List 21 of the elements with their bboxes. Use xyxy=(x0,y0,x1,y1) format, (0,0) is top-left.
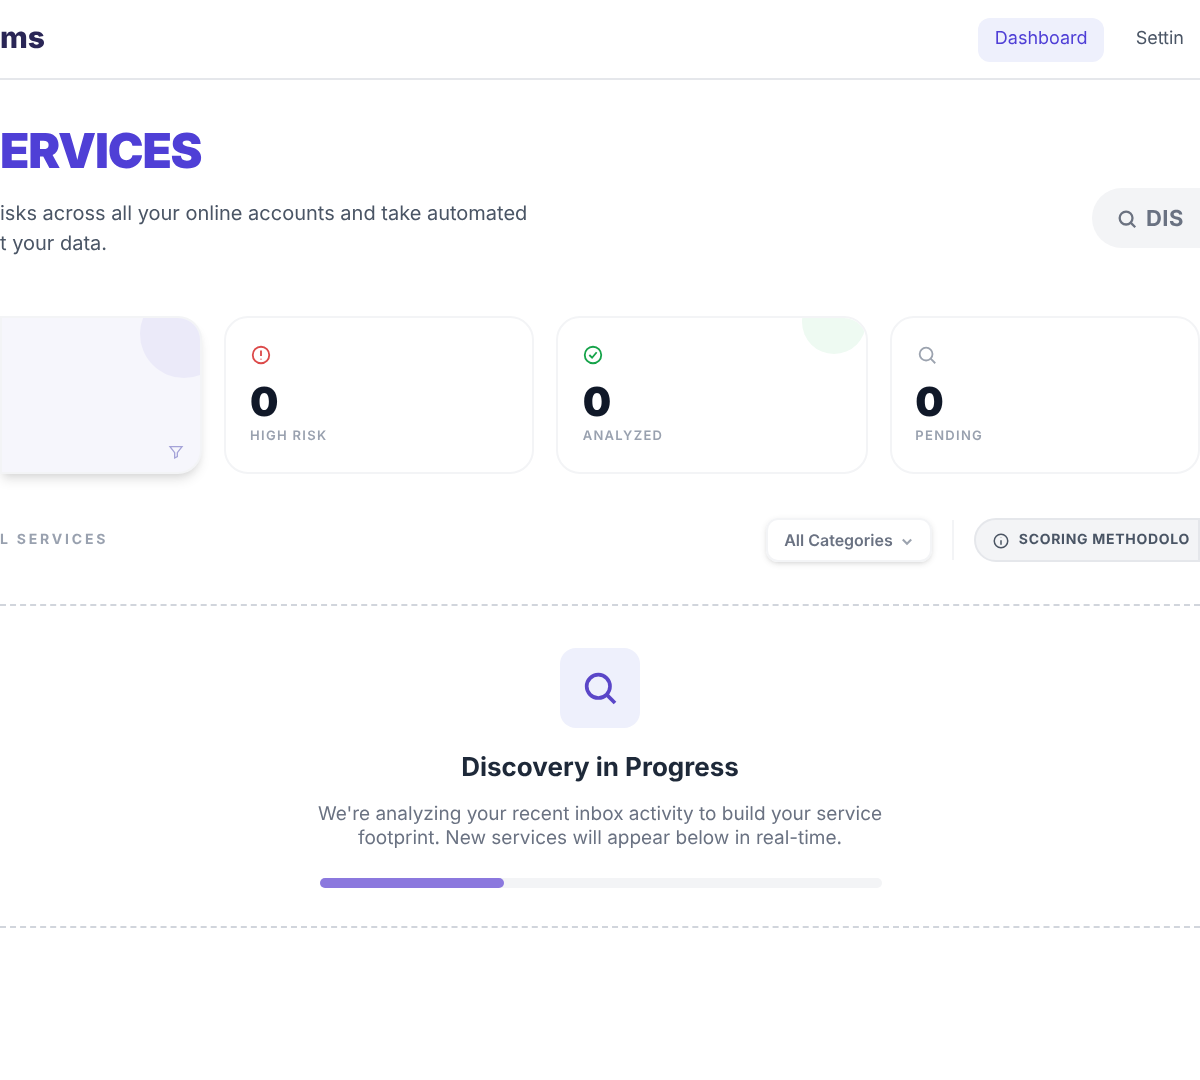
info-icon xyxy=(992,531,1011,549)
search-icon xyxy=(580,668,620,708)
alert-icon xyxy=(250,344,272,366)
search-icon xyxy=(915,344,938,366)
nav-tab[interactable]: Dashboard xyxy=(978,17,1104,61)
page-title: ERVICES xyxy=(0,128,204,176)
stat-value: 0 xyxy=(915,382,946,422)
discovery-description: We're analyzing your recent inbox activity to build your service footprint. New services will appear below in real-time. xyxy=(315,803,885,851)
search-icon xyxy=(1115,207,1138,229)
filter-icon xyxy=(168,444,184,460)
check-circle-icon xyxy=(582,344,605,366)
logo-text[interactable]: ms xyxy=(0,16,46,62)
discover-button[interactable]: DIS xyxy=(1091,188,1200,248)
discovery-title: Discovery in Progress xyxy=(461,750,739,788)
category-dropdown[interactable]: All Categories xyxy=(766,518,933,562)
nav-tab[interactable]: Settin xyxy=(1127,17,1192,61)
description-line: isks across all your online accounts and take automated xyxy=(0,200,528,230)
stat-value: 0 xyxy=(250,382,281,422)
stat-value: 0 xyxy=(582,382,614,422)
chevron-down-icon xyxy=(900,533,915,547)
description-line: t your data. xyxy=(0,230,110,260)
